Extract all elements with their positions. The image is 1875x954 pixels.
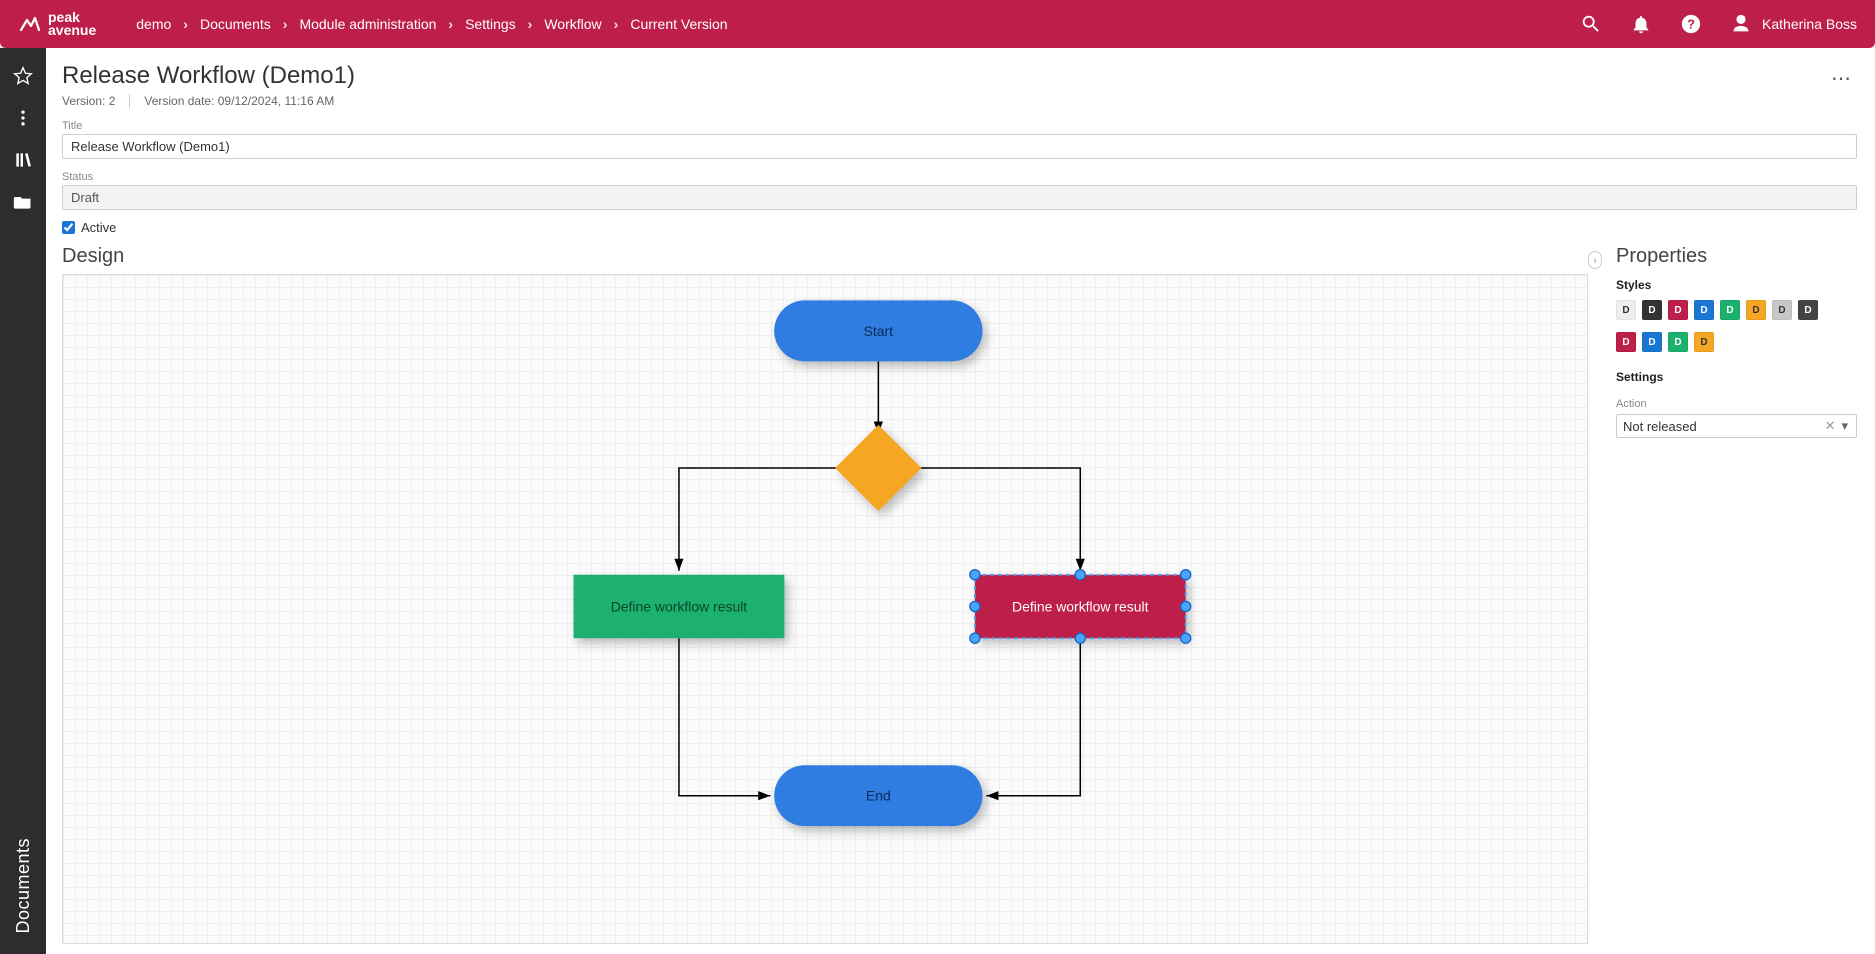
- meta-divider: [129, 94, 130, 108]
- style-swatches-row-1: DDDDDDDD: [1616, 300, 1857, 320]
- crumb-current-version[interactable]: Current Version: [630, 16, 727, 32]
- active-label: Active: [81, 220, 116, 235]
- action-select[interactable]: Not released ✕ ▾: [1616, 414, 1857, 438]
- active-checkbox[interactable]: [62, 221, 75, 234]
- chevron-right-icon: ›: [283, 16, 288, 32]
- topbar-actions: ? Katherina Boss: [1580, 13, 1857, 35]
- topbar: peak avenue demo › Documents › Module ad…: [0, 0, 1875, 48]
- breadcrumbs: demo › Documents › Module administration…: [136, 16, 727, 32]
- style-swatch[interactable]: D: [1798, 300, 1818, 320]
- design-heading: Design: [62, 245, 1588, 268]
- node-start[interactable]: Start: [774, 300, 982, 361]
- panel-splitter[interactable]: ›: [1588, 245, 1602, 944]
- bell-icon[interactable]: [1630, 13, 1652, 35]
- version-date-label: Version date: 09/12/2024, 11:16 AM: [144, 94, 334, 108]
- node-right-label: Define workflow result: [1012, 598, 1149, 614]
- chevron-right-icon: ›: [183, 16, 188, 32]
- user-name: Katherina Boss: [1762, 16, 1857, 32]
- chevron-right-icon[interactable]: ›: [1588, 251, 1602, 269]
- content: Release Workflow (Demo1) Version: 2 Vers…: [46, 48, 1875, 954]
- style-swatch[interactable]: D: [1642, 332, 1662, 352]
- style-swatch[interactable]: D: [1668, 300, 1688, 320]
- node-decision[interactable]: [835, 425, 921, 511]
- version-label: Version: 2: [62, 94, 115, 108]
- star-icon[interactable]: [13, 66, 33, 86]
- node-left-label: Define workflow result: [611, 598, 748, 614]
- style-swatch[interactable]: D: [1694, 300, 1714, 320]
- styles-heading: Styles: [1616, 278, 1857, 292]
- logo[interactable]: peak avenue: [18, 11, 96, 36]
- node-end[interactable]: End: [774, 765, 982, 826]
- more-button[interactable]: ⋯: [1827, 62, 1857, 95]
- library-icon[interactable]: [13, 150, 33, 170]
- style-swatch[interactable]: D: [1616, 300, 1636, 320]
- folder-icon[interactable]: [13, 192, 33, 212]
- chevron-right-icon: ›: [614, 16, 619, 32]
- chevron-right-icon: ›: [528, 16, 533, 32]
- left-rail: Documents: [0, 48, 46, 954]
- active-checkbox-row[interactable]: Active: [62, 220, 1857, 235]
- rail-label: Documents: [13, 838, 34, 934]
- status-input: [62, 185, 1857, 210]
- title-input[interactable]: [62, 134, 1857, 159]
- properties-panel: Properties Styles DDDDDDDD DDDD Settings…: [1602, 245, 1857, 944]
- settings-heading: Settings: [1616, 370, 1857, 384]
- style-swatches-row-2: DDDD: [1616, 332, 1857, 352]
- chevron-down-icon[interactable]: ▾: [1839, 418, 1850, 434]
- diagram-canvas[interactable]: Start Define workflow result: [62, 274, 1588, 944]
- logo-mark-icon: [18, 12, 42, 36]
- status-field-label: Status: [62, 171, 1857, 183]
- style-swatch[interactable]: D: [1746, 300, 1766, 320]
- user-menu[interactable]: Katherina Boss: [1730, 13, 1857, 35]
- title-field-label: Title: [62, 120, 1857, 132]
- style-swatch[interactable]: D: [1668, 332, 1688, 352]
- style-swatch[interactable]: D: [1720, 300, 1740, 320]
- node-left-process[interactable]: Define workflow result: [574, 575, 785, 639]
- crumb-documents[interactable]: Documents: [200, 16, 271, 32]
- page-title: Release Workflow (Demo1): [62, 62, 355, 90]
- node-right-process[interactable]: Define workflow result: [970, 570, 1191, 644]
- user-icon: [1730, 13, 1752, 35]
- style-swatch[interactable]: D: [1642, 300, 1662, 320]
- node-end-label: End: [866, 788, 891, 804]
- crumb-workflow[interactable]: Workflow: [544, 16, 601, 32]
- crumb-module-admin[interactable]: Module administration: [299, 16, 436, 32]
- action-value: Not released: [1623, 419, 1697, 434]
- clear-icon[interactable]: ✕: [1821, 418, 1840, 434]
- style-swatch[interactable]: D: [1616, 332, 1636, 352]
- crumb-settings[interactable]: Settings: [465, 16, 516, 32]
- style-swatch[interactable]: D: [1694, 332, 1714, 352]
- chevron-right-icon: ›: [448, 16, 453, 32]
- action-label: Action: [1616, 398, 1857, 410]
- logo-text: peak avenue: [48, 11, 96, 36]
- properties-heading: Properties: [1616, 245, 1857, 268]
- svg-text:?: ?: [1687, 17, 1695, 32]
- crumb-demo[interactable]: demo: [136, 16, 171, 32]
- search-icon[interactable]: [1580, 13, 1602, 35]
- style-swatch[interactable]: D: [1772, 300, 1792, 320]
- help-icon[interactable]: ?: [1680, 13, 1702, 35]
- more-vertical-icon[interactable]: [13, 108, 33, 128]
- node-start-label: Start: [864, 323, 894, 339]
